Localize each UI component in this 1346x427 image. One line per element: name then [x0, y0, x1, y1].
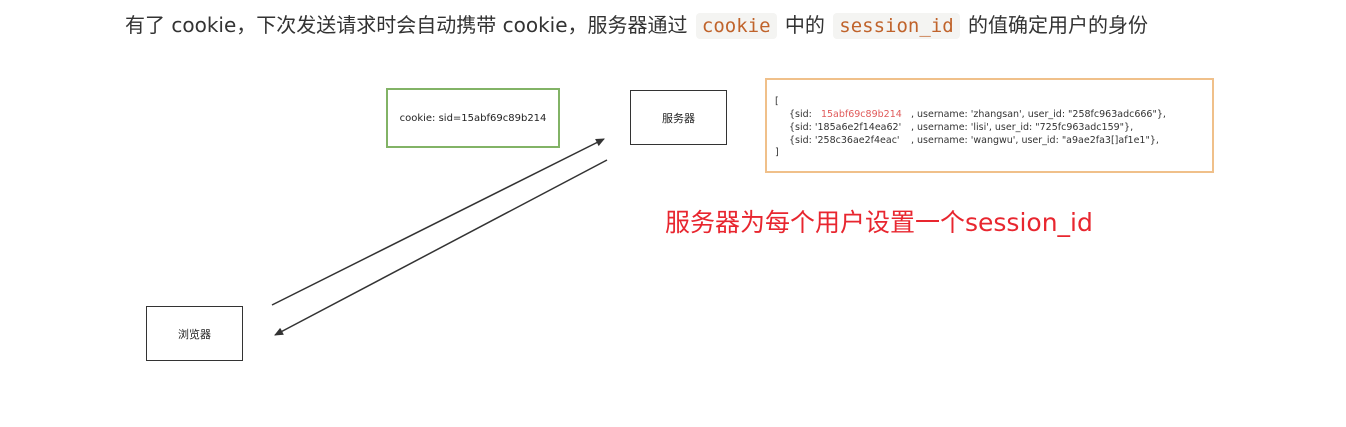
response-arrow [274, 159, 608, 336]
request-arrow [271, 138, 605, 306]
arrows-layer [271, 138, 608, 336]
